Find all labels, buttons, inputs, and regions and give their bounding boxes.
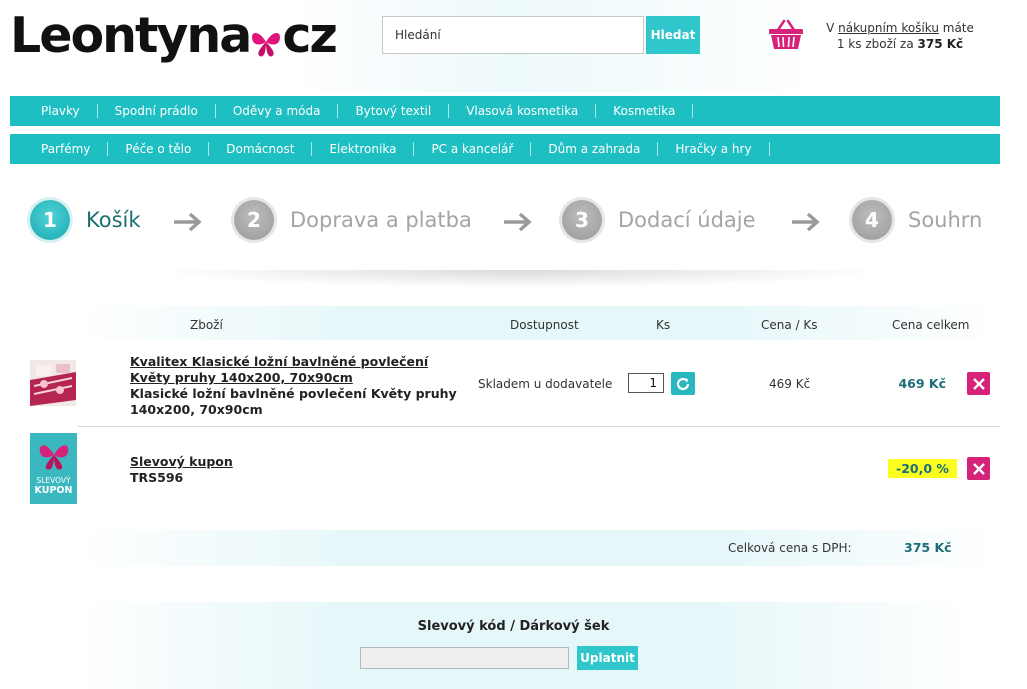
- discount-value: -20,0 %: [888, 459, 957, 478]
- category-nav-row-2: Parfémy Péče o tělo Domácnost Elektronik…: [10, 134, 1000, 164]
- arrow-right-icon: [504, 212, 532, 232]
- discount-code-section: [78, 602, 970, 689]
- product-name-line2: Květy pruhy 140x200, 70x90cm: [130, 370, 353, 385]
- nav-item-spodni-pradlo[interactable]: Spodní prádlo: [98, 104, 216, 118]
- step-label: Souhrn: [908, 208, 983, 232]
- nav-item-bytovy-textil[interactable]: Bytový textil: [338, 104, 450, 118]
- header-total: Cena celkem: [892, 318, 970, 332]
- coupon-name-link[interactable]: Slevový kupon: [130, 454, 233, 469]
- step-number: 1: [30, 200, 70, 240]
- apply-discount-button[interactable]: Uplatnit: [577, 646, 638, 670]
- total-label: Celková cena s DPH:: [728, 541, 852, 555]
- quantity-input[interactable]: 1: [628, 373, 664, 393]
- header: Leontyna cz Hledat V nákupním košíku mát…: [0, 0, 1027, 92]
- search-input[interactable]: [382, 16, 644, 54]
- coupon-thumbnail: SLEVOVÝ KUPON: [30, 433, 77, 504]
- arrow-right-icon: [174, 212, 202, 232]
- product-name-line1: Kvalitex Klasické ložní bavlněné povleče…: [130, 354, 429, 369]
- refresh-icon: [676, 377, 690, 390]
- step-cart: 1 Košík: [30, 200, 141, 240]
- coupon-thumb-line2: KUPON: [34, 485, 73, 496]
- header-qty: Ks: [656, 318, 671, 332]
- butterfly-logo-icon: [252, 33, 281, 57]
- nav-item-kosmetika[interactable]: Kosmetika: [596, 104, 694, 118]
- step-number: 2: [234, 200, 274, 240]
- close-icon: [972, 462, 985, 475]
- nav-item-pece-o-telo[interactable]: Péče o tělo: [108, 142, 210, 156]
- site-logo[interactable]: Leontyna cz: [10, 6, 338, 66]
- step-delivery-details: 3 Dodací údaje: [562, 200, 756, 240]
- logo-text: Leontyna: [10, 7, 252, 64]
- steps-shadow: [150, 270, 890, 288]
- nav-item-dum-a-zahrada[interactable]: Dům a zahrada: [531, 142, 659, 156]
- nav-item-pc-a-kancelar[interactable]: PC a kancelář: [414, 142, 532, 156]
- header-unit-price: Cena / Ks: [761, 318, 818, 332]
- search-form: Hledat: [382, 16, 700, 54]
- step-shipping-payment: 2 Doprava a platba: [234, 200, 472, 240]
- step-number: 3: [562, 200, 602, 240]
- step-summary: 4 Souhrn: [852, 200, 982, 240]
- header-product: Zboží: [190, 318, 223, 332]
- nav-item-parfemy[interactable]: Parfémy: [24, 142, 109, 156]
- nav-item-vlasova-kosmetika[interactable]: Vlasová kosmetika: [449, 104, 597, 118]
- step-number: 4: [852, 200, 892, 240]
- discount-code-input[interactable]: [360, 647, 569, 669]
- discount-code-title: Slevový kód / Dárkový šek: [417, 619, 610, 634]
- cart-text-prefix: V: [826, 21, 839, 35]
- step-label: Košík: [86, 208, 141, 232]
- coupon-info: Slevový kupon TRS596: [130, 454, 233, 486]
- logo-tld: cz: [282, 7, 338, 64]
- cart-summary: V nákupním košíku máte 1 ks zboží za 375…: [810, 20, 990, 52]
- cart-link[interactable]: nákupním košíku: [838, 21, 939, 35]
- product-desc-line1: Klasické ložní bavlněné povlečení Květy …: [130, 386, 457, 401]
- close-icon: [972, 377, 985, 390]
- nav-item-hracky-a-hry[interactable]: Hračky a hry: [658, 142, 770, 156]
- remove-item-button[interactable]: [967, 372, 990, 395]
- item-total-price: 469 Kč: [898, 376, 946, 391]
- nav-item-elektronika[interactable]: Elektronika: [312, 142, 415, 156]
- step-label: Doprava a platba: [290, 208, 472, 232]
- checkout-steps: 1 Košík 2 Doprava a platba 3 Dodací údaj…: [0, 190, 1027, 252]
- update-quantity-button[interactable]: [671, 372, 695, 395]
- cart-amount: 375 Kč: [917, 37, 964, 51]
- cart-count-text: 1 ks zboží za: [836, 37, 918, 51]
- unit-price: 469 Kč: [769, 377, 811, 391]
- nav-item-odevy-a-moda[interactable]: Oděvy a móda: [216, 104, 339, 118]
- product-description: Klasické ložní bavlněné povlečení Květy …: [130, 386, 457, 417]
- arrow-right-icon: [792, 212, 820, 232]
- step-label: Dodací údaje: [618, 208, 756, 232]
- shopping-basket-icon[interactable]: [768, 18, 804, 50]
- nav-item-plavky[interactable]: Plavky: [24, 104, 98, 118]
- availability-text: Skladem u dodavatele: [478, 377, 613, 391]
- search-button[interactable]: Hledat: [646, 16, 700, 54]
- total-bar: [78, 530, 1000, 566]
- header-availability: Dostupnost: [510, 318, 579, 332]
- product-desc-line2: 140x200, 70x90cm: [130, 402, 263, 417]
- row-divider: [78, 426, 1000, 427]
- nav-item-domacnost[interactable]: Domácnost: [209, 142, 313, 156]
- product-info: Kvalitex Klasické ložní bavlněné povleče…: [130, 354, 457, 418]
- product-name-link[interactable]: Kvalitex Klasické ložní bavlněné povleče…: [130, 354, 428, 385]
- coupon-code: TRS596: [130, 470, 184, 485]
- coupon-thumb-line1: SLEVOVÝ: [36, 476, 71, 485]
- butterfly-icon: [39, 445, 68, 470]
- remove-coupon-button[interactable]: [967, 457, 990, 480]
- product-thumbnail[interactable]: [30, 360, 76, 406]
- category-nav-row-1: Plavky Spodní prádlo Oděvy a móda Bytový…: [10, 96, 1000, 126]
- total-value: 375 Kč: [904, 540, 952, 555]
- cart-text-suffix: máte: [938, 21, 974, 35]
